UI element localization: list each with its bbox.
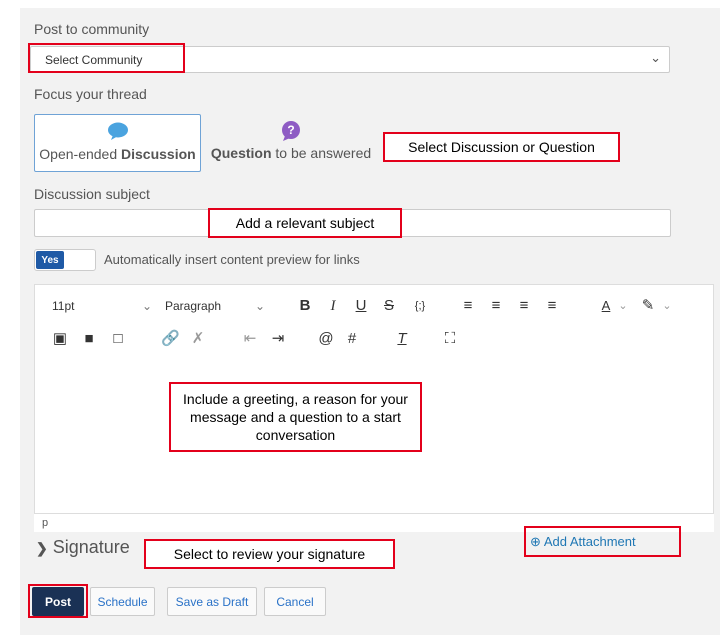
justify-icon[interactable]: ≡: [543, 297, 561, 315]
post-button-highlight: [28, 584, 88, 618]
schedule-button[interactable]: Schedule: [90, 587, 155, 616]
focus-question-text: to be answered: [271, 145, 372, 161]
element-path: p: [42, 517, 49, 529]
media-icon[interactable]: □: [109, 330, 127, 348]
chevron-down-icon[interactable]: ⌄: [661, 297, 673, 315]
font-size-select[interactable]: 11pt ⌄: [52, 299, 152, 313]
hashtag-icon[interactable]: #: [343, 330, 361, 348]
italic-icon[interactable]: I: [325, 297, 341, 315]
save-as-draft-button[interactable]: Save as Draft: [167, 587, 257, 616]
question-bubble-icon: ?: [280, 121, 302, 144]
link-icon[interactable]: 🔗: [161, 330, 180, 348]
highlight-icon[interactable]: ✎: [639, 297, 657, 315]
link-preview-label: Automatically insert content preview for…: [104, 252, 360, 267]
unlink-icon[interactable]: ✗: [189, 330, 207, 348]
focus-discussion-text: Open-ended: [39, 146, 122, 162]
code-icon[interactable]: {;}: [409, 297, 431, 315]
indent-icon[interactable]: ⇥: [269, 330, 287, 348]
focus-thread-label: Focus your thread: [34, 86, 147, 102]
callout-subject: Add a relevant subject: [208, 208, 402, 238]
svg-text:?: ?: [287, 123, 294, 137]
underline-icon[interactable]: U: [353, 297, 369, 315]
post-to-community-label: Post to community: [34, 21, 150, 37]
callout-focus: Select Discussion or Question: [383, 132, 620, 162]
align-center-icon[interactable]: ≡: [487, 297, 505, 315]
link-preview-toggle[interactable]: Yes: [34, 249, 96, 271]
video-icon[interactable]: ■: [79, 330, 99, 348]
chevron-down-icon: ⌄: [650, 50, 661, 65]
clear-format-icon[interactable]: T: [393, 330, 411, 348]
cancel-button[interactable]: Cancel: [264, 587, 326, 616]
bold-icon[interactable]: B: [297, 297, 313, 315]
focus-question-bold: Question: [210, 145, 272, 161]
image-icon[interactable]: ▣: [51, 330, 69, 348]
block-format-select[interactable]: Paragraph ⌄: [165, 299, 265, 313]
focus-discussion-bold: Discussion: [121, 146, 196, 162]
fullscreen-icon[interactable]: ⛶: [441, 330, 459, 348]
chevron-down-icon: ⌄: [254, 299, 265, 313]
chevron-down-icon: ⌄: [141, 299, 152, 313]
signature-label: Signature: [52, 537, 130, 557]
focus-option-question[interactable]: ? Question to be answered: [205, 114, 377, 172]
signature-toggle[interactable]: ❯ Signature: [36, 537, 130, 558]
focus-option-discussion[interactable]: Open-ended Discussion: [34, 114, 201, 172]
chevron-down-icon[interactable]: ⌄: [617, 297, 629, 315]
callout-signature: Select to review your signature: [144, 539, 395, 569]
font-color-icon[interactable]: A: [597, 297, 615, 315]
community-select-highlight: [28, 43, 185, 73]
chevron-right-icon: ❯: [36, 540, 48, 556]
mention-icon[interactable]: @: [317, 330, 335, 348]
callout-body: Include a greeting, a reason for your me…: [169, 382, 422, 452]
add-attachment-highlight: [524, 526, 681, 557]
discussion-subject-label: Discussion subject: [34, 186, 150, 202]
align-right-icon[interactable]: ≡: [515, 297, 533, 315]
speech-bubble-icon: [107, 122, 129, 143]
outdent-icon[interactable]: ⇤: [241, 330, 259, 348]
align-left-icon[interactable]: ≡: [459, 297, 477, 315]
strikethrough-icon[interactable]: S: [381, 297, 397, 315]
toggle-yes: Yes: [36, 251, 64, 269]
